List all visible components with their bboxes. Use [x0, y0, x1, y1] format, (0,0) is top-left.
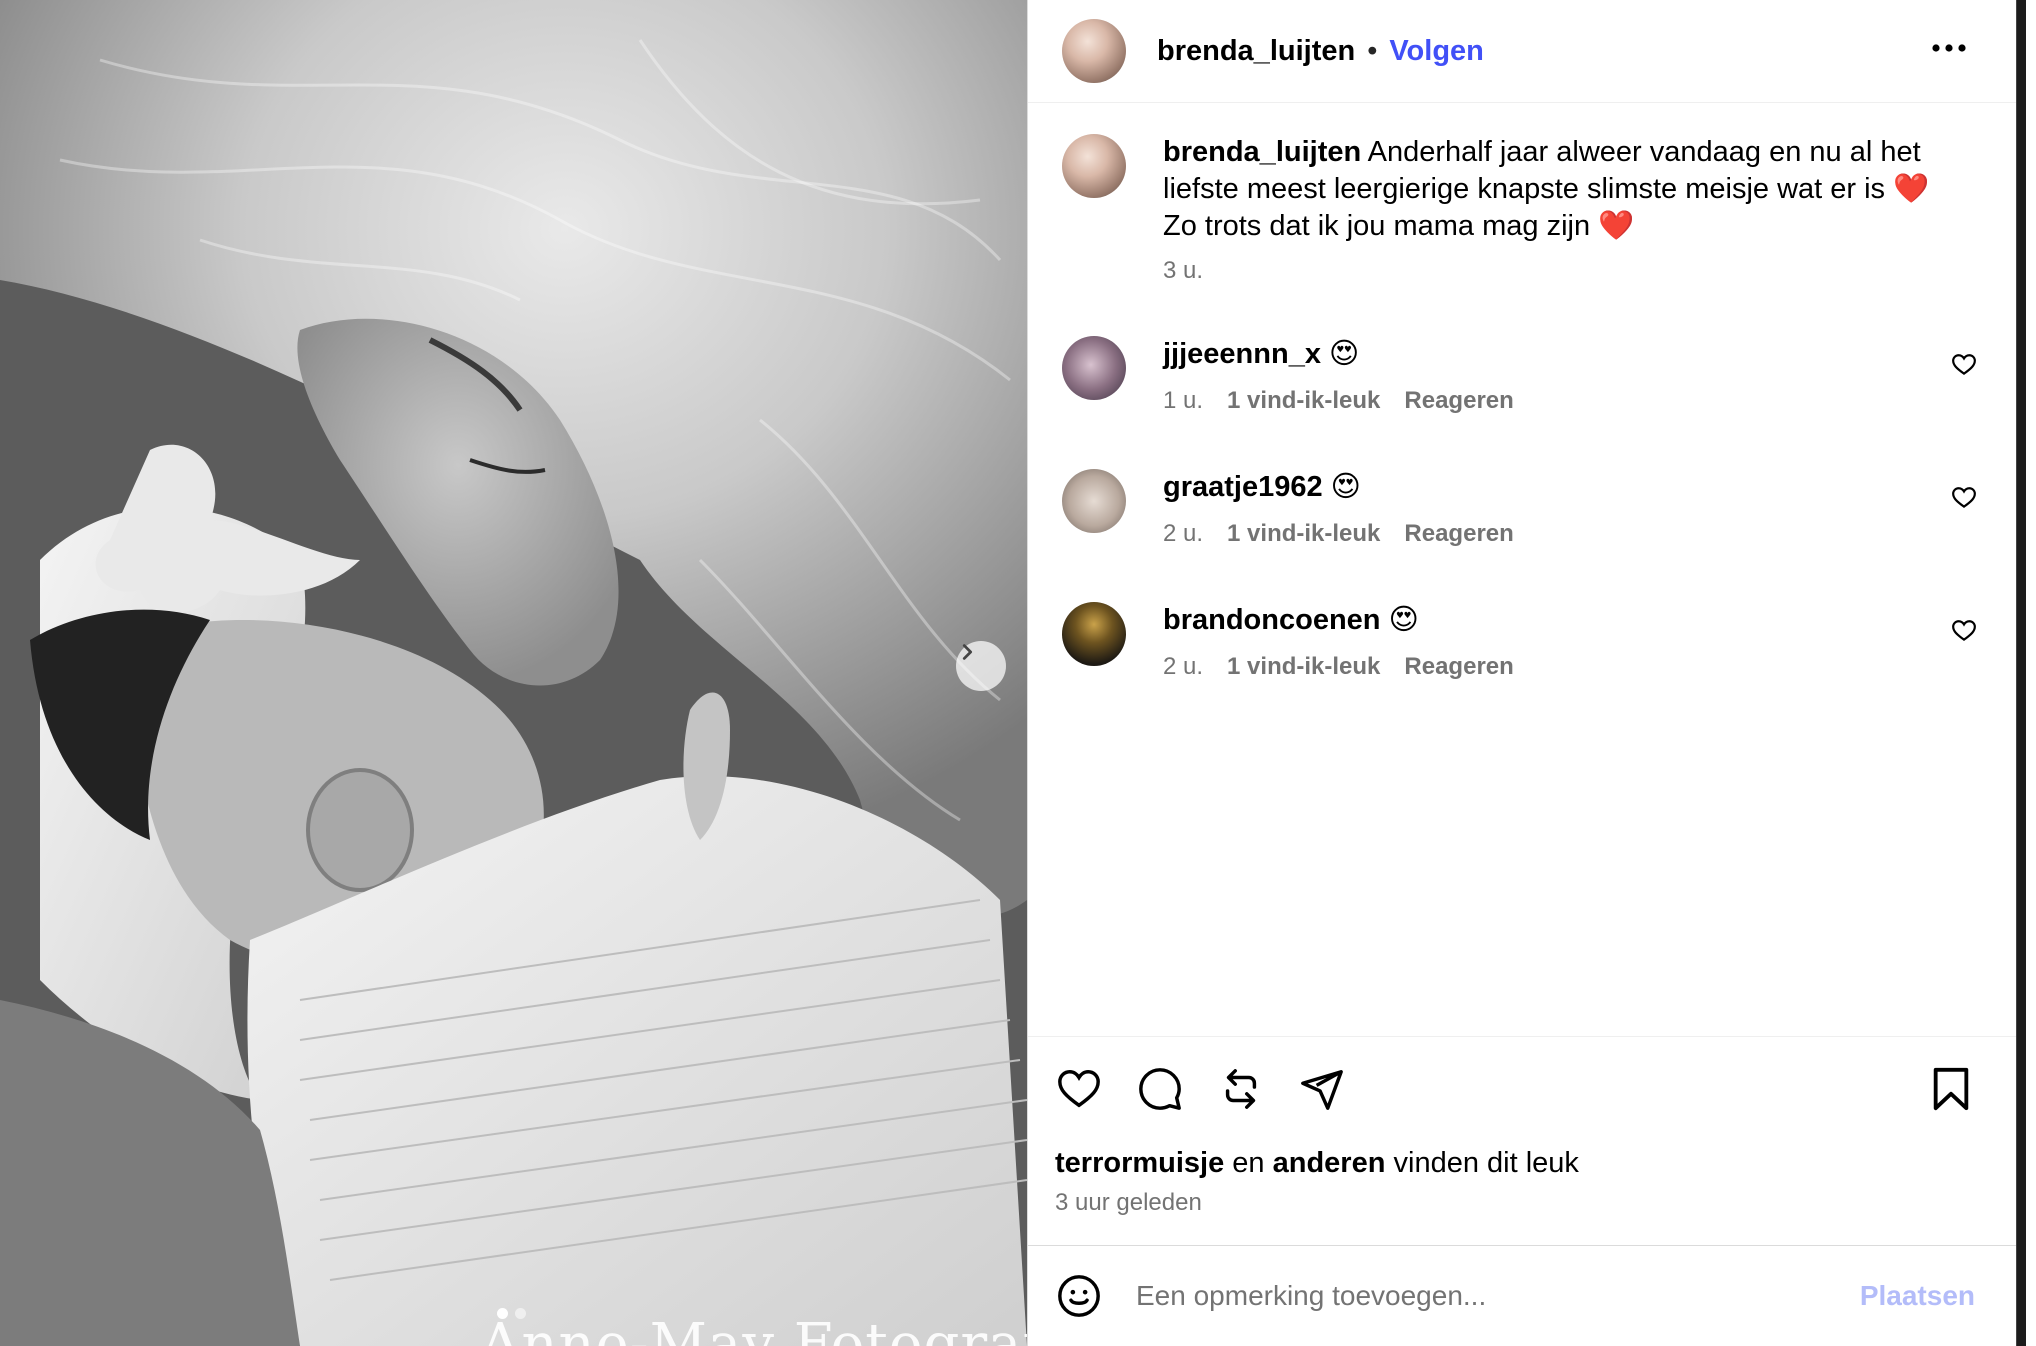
caption-timestamp[interactable]: 3 u. — [1163, 257, 1943, 285]
reply-button[interactable]: Reageren — [1404, 653, 1513, 681]
caption-heart-emoji: ❤️ — [1893, 173, 1930, 205]
reply-button[interactable]: Reageren — [1404, 387, 1513, 415]
caption-author[interactable]: brenda_luijten — [1163, 136, 1361, 168]
comment-username[interactable]: jjjeeennn_x — [1163, 338, 1321, 370]
carousel-dot-active — [497, 1308, 508, 1319]
photo-watermark: Anne-May Fotografie — [480, 1312, 1027, 1346]
comment-time[interactable]: 2 u. — [1163, 520, 1203, 548]
photo-illustration — [0, 0, 1027, 1346]
bookmark-icon — [1933, 1067, 1969, 1111]
comment-item: jjjeeennn_x 😍 1 u. 1 vind-ik-leuk Reager… — [1062, 336, 2017, 469]
comment-form: Plaatsen — [1028, 1245, 2017, 1346]
comment-time[interactable]: 1 u. — [1163, 387, 1203, 415]
reply-button[interactable]: Reageren — [1404, 520, 1513, 548]
background-edge — [2016, 0, 2026, 1346]
comment-likes[interactable]: 1 vind-ik-leuk — [1227, 653, 1380, 681]
comment-text: 😍 — [1380, 604, 1419, 636]
author-username[interactable]: brenda_luijten — [1157, 35, 1355, 68]
smiley-icon — [1058, 1275, 1100, 1317]
header-separator: • — [1367, 34, 1378, 67]
save-button[interactable] — [1927, 1065, 1975, 1113]
send-icon — [1301, 1070, 1343, 1110]
comment-input[interactable] — [1136, 1280, 1836, 1312]
post-timestamp[interactable]: 3 uur geleden — [1055, 1189, 1202, 1217]
emoji-picker-button[interactable] — [1055, 1272, 1103, 1320]
heart-icon[interactable] — [1951, 618, 1977, 644]
comment-icon — [1139, 1068, 1181, 1110]
comment-likes[interactable]: 1 vind-ik-leuk — [1227, 520, 1380, 548]
comment-text: 😍 — [1320, 338, 1360, 370]
more-horizontal-icon — [1932, 44, 1966, 52]
action-bar: terrormuisje en anderen vinden dit leuk … — [1028, 1036, 2017, 1246]
post-modal: Anne-May Fotografie brenda_luijten • Vol… — [0, 0, 2036, 1346]
caption-body-text-2: Zo trots dat ik jou mama mag zijn — [1163, 210, 1599, 242]
comment-avatar[interactable] — [1062, 469, 1126, 533]
follow-button[interactable]: Volgen — [1389, 35, 1484, 68]
chevron-right-icon — [962, 644, 973, 660]
liker-username[interactable]: terrormuisje — [1055, 1147, 1224, 1179]
post-caption: brenda_luijten Anderhalf jaar alweer van… — [1062, 134, 1943, 285]
comment-button[interactable] — [1136, 1065, 1184, 1113]
comment-likes[interactable]: 1 vind-ik-leuk — [1227, 387, 1380, 415]
post-side-panel: brenda_luijten • Volgen brenda_luijten A… — [1027, 0, 2026, 1346]
share-button[interactable] — [1298, 1065, 1346, 1113]
comment-avatar[interactable] — [1062, 336, 1126, 400]
repost-button[interactable] — [1217, 1065, 1265, 1113]
comment-list: jjjeeennn_x 😍 1 u. 1 vind-ik-leuk Reager… — [1062, 336, 2017, 735]
caption-text: brenda_luijten Anderhalf jaar alweer van… — [1163, 134, 1943, 245]
comment-username[interactable]: brandoncoenen — [1163, 604, 1381, 636]
post-header: brenda_luijten • Volgen — [1028, 0, 2017, 103]
post-photo: Anne-May Fotografie — [0, 0, 1027, 1346]
likes-others-link[interactable]: anderen — [1273, 1147, 1386, 1179]
repost-icon — [1225, 1069, 1257, 1109]
comment-item: graatje1962 😍 2 u. 1 vind-ik-leuk Reager… — [1062, 469, 2017, 602]
caption-heart-emoji-2: ❤️ — [1598, 210, 1635, 242]
carousel-dot — [515, 1308, 526, 1319]
comment-avatar[interactable] — [1062, 602, 1126, 666]
likes-summary: terrormuisje en anderen vinden dit leuk — [1055, 1147, 1579, 1180]
carousel-indicator — [497, 1308, 526, 1319]
next-photo-button[interactable] — [956, 641, 1006, 691]
comment-item: brandoncoenen 😍 2 u. 1 vind-ik-leuk Reag… — [1062, 602, 2017, 735]
author-avatar[interactable] — [1062, 19, 1126, 83]
heart-icon[interactable] — [1951, 352, 1977, 378]
comment-text: 😍 — [1322, 471, 1361, 503]
heart-icon — [1058, 1070, 1100, 1108]
comment-username[interactable]: graatje1962 — [1163, 471, 1323, 503]
caption-avatar[interactable] — [1062, 134, 1126, 198]
more-options-button[interactable] — [1929, 28, 1969, 68]
likes-connector: en — [1224, 1147, 1273, 1179]
heart-icon[interactable] — [1951, 485, 1977, 511]
likes-suffix: vinden dit leuk — [1385, 1147, 1579, 1179]
like-button[interactable] — [1055, 1065, 1103, 1113]
comment-time[interactable]: 2 u. — [1163, 653, 1203, 681]
post-comment-button[interactable]: Plaatsen — [1860, 1280, 1975, 1312]
